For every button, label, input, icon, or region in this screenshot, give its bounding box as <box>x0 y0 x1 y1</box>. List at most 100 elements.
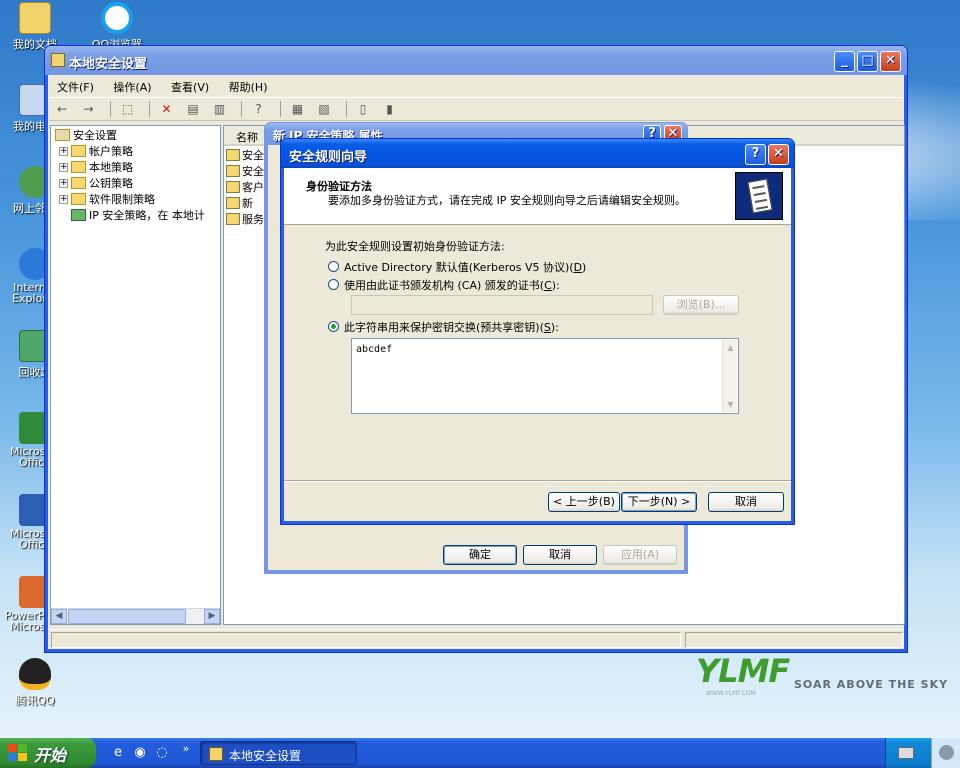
start-button[interactable]: 开始 <box>0 738 96 768</box>
up-folder-icon[interactable]: ⬚ <box>119 101 137 117</box>
qq-browser-icon <box>101 2 133 34</box>
expand-icon[interactable]: + <box>59 163 68 172</box>
expand-icon[interactable]: + <box>59 179 68 188</box>
help-icon[interactable]: ? <box>250 101 268 117</box>
radio-kerberos[interactable] <box>328 261 339 272</box>
tree-item-ip-security-policy[interactable]: IP 安全策略，在 本地计 <box>71 208 205 224</box>
main-window-titlebar[interactable]: 本地安全设置 _ □ ✕ <box>45 46 907 75</box>
unassign-icon[interactable]: ▮ <box>381 101 399 117</box>
help-button[interactable]: ? <box>745 144 766 165</box>
close-button[interactable]: ✕ <box>880 51 901 72</box>
auth-method-prompt: 为此安全规则设置初始身份验证方法: <box>325 240 505 253</box>
folder-icon <box>71 177 86 189</box>
back-icon[interactable]: ← <box>53 101 71 117</box>
folder-icon <box>71 161 86 173</box>
export-icon[interactable]: ▦ <box>289 101 307 117</box>
tree-item-public-key-policy[interactable]: + 公钥策略 <box>59 176 133 192</box>
radio-certificate[interactable] <box>328 279 339 290</box>
list-item[interactable]: 客户 <box>226 180 264 196</box>
minimize-button[interactable]: _ <box>834 51 855 72</box>
desktop-icon-qq[interactable]: 腾讯QQ <box>2 658 68 708</box>
menu-view[interactable]: 查看(V) <box>171 81 209 94</box>
list-item[interactable]: 安全 <box>226 164 264 180</box>
list-item[interactable]: 新 <box>226 196 253 212</box>
menu-bar: 文件(F) 操作(A) 查看(V) 帮助(H) <box>49 75 903 97</box>
scroll-down-arrow[interactable]: ▼ <box>723 397 738 412</box>
keyboard-icon[interactable] <box>898 747 914 759</box>
radio-preshared-key-label[interactable]: 此字符串用来保护密钥交换(预共享密钥)(S): <box>344 319 559 335</box>
tree-item-account-policy[interactable]: + 帐户策略 <box>59 144 133 160</box>
tree-item-local-policy[interactable]: + 本地策略 <box>59 160 133 176</box>
apply-button[interactable]: 应用(A) <box>603 545 677 565</box>
wizard-header: 身份验证方法 要添加多身份验证方式，请在完成 IP 安全规则向导之后请编辑安全规… <box>284 168 791 225</box>
assign-icon[interactable]: ▯ <box>354 101 372 117</box>
policy-icon <box>226 149 240 161</box>
refresh-icon[interactable]: ▥ <box>211 101 229 117</box>
wizard-titlebar[interactable]: 安全规则向导 ? ✕ <box>281 139 794 168</box>
properties-icon[interactable]: ▤ <box>184 101 202 117</box>
toolbar-separator <box>280 101 281 117</box>
folder-icon <box>19 2 51 34</box>
cancel-button[interactable]: 取消 <box>523 545 597 565</box>
input-method-icon[interactable] <box>939 745 954 760</box>
quicklaunch-qq-browser-icon[interactable]: ◌ <box>154 745 170 761</box>
main-window-title: 本地安全设置 <box>69 57 148 72</box>
import-icon[interactable]: ▧ <box>315 101 333 117</box>
ok-button[interactable]: 确定 <box>443 545 517 565</box>
close-button[interactable]: ✕ <box>768 144 789 165</box>
taskbar: 开始 e ◉ ◌ » 本地安全设置 <box>0 738 960 768</box>
tree-root-security-settings[interactable]: 安全设置 <box>55 128 117 144</box>
policy-icon <box>226 165 240 177</box>
next-button[interactable]: 下一步(N) > <box>621 492 697 512</box>
wizard-scroll-icon <box>735 172 783 220</box>
console-tree: 安全设置 + 帐户策略 + 本地策略 + 公钥策略 + 软件限制策略 IP 安全… <box>50 125 221 625</box>
radio-kerberos-label[interactable]: Active Directory 默认值(Kerberos V5 协议)(D) <box>344 259 586 275</box>
scroll-thumb[interactable] <box>68 609 186 624</box>
list-item[interactable]: 服务 <box>226 212 264 228</box>
security-settings-icon <box>55 129 70 141</box>
toolbar: ← → ⬚ ✕ ▤ ▥ ? ▦ ▧ ▯ ▮ <box>49 97 903 121</box>
taskbar-button-local-security[interactable]: 本地安全设置 <box>200 741 357 765</box>
policy-icon <box>226 197 240 209</box>
expand-icon[interactable]: + <box>59 195 68 204</box>
menu-file[interactable]: 文件(F) <box>57 81 94 94</box>
cancel-button[interactable]: 取消 <box>708 492 784 512</box>
radio-preshared-key[interactable] <box>328 321 339 332</box>
menu-help[interactable]: 帮助(H) <box>229 81 268 94</box>
menu-action[interactable]: 操作(A) <box>113 81 151 94</box>
back-button[interactable]: < 上一步(B) <box>548 492 620 512</box>
qq-penguin-icon <box>19 658 51 690</box>
toolbar-separator <box>110 101 111 117</box>
maximize-button[interactable]: □ <box>857 51 878 72</box>
app-icon <box>209 747 223 761</box>
expand-icon[interactable]: + <box>59 147 68 156</box>
wizard-subheading: 要添加多身份验证方式，请在完成 IP 安全规则向导之后请编辑安全规则。 <box>328 194 686 207</box>
forward-icon[interactable]: → <box>80 101 98 117</box>
tree-horizontal-scrollbar[interactable]: ◀ ▶ <box>51 608 220 624</box>
windows-flag-icon <box>8 744 28 762</box>
wizard-body: 为此安全规则设置初始身份验证方法: Active Directory 默认值(K… <box>284 226 791 521</box>
preshared-key-textarea[interactable]: abcdef ▲ ▼ <box>351 338 739 414</box>
ylmf-logo: YLMF SOAR ABOVE THE SKY WWW.YLMF.COM <box>696 652 949 697</box>
textarea-scrollbar[interactable]: ▲ ▼ <box>722 340 737 412</box>
tree-item-software-restriction[interactable]: + 软件限制策略 <box>59 192 155 208</box>
radio-certificate-label[interactable]: 使用由此证书颁发机构 (CA) 颁发的证书(C): <box>344 277 560 293</box>
toolbar-separator <box>149 101 150 117</box>
delete-icon[interactable]: ✕ <box>158 101 176 117</box>
quicklaunch-media-icon[interactable]: ◉ <box>132 745 148 761</box>
ip-security-icon <box>71 209 86 221</box>
policy-icon <box>226 213 240 225</box>
folder-icon <box>71 145 86 157</box>
status-bar <box>49 629 903 649</box>
language-bar[interactable] <box>931 738 960 768</box>
list-item[interactable]: 安全 <box>226 148 264 164</box>
toolbar-separator <box>241 101 242 117</box>
status-cell <box>51 632 681 648</box>
scroll-right-arrow[interactable]: ▶ <box>204 609 220 624</box>
quicklaunch-ie-icon[interactable]: e <box>110 745 126 761</box>
scroll-up-arrow[interactable]: ▲ <box>723 340 738 355</box>
scroll-left-arrow[interactable]: ◀ <box>51 609 67 624</box>
wizard-separator <box>284 480 791 482</box>
certificate-field <box>351 295 653 315</box>
quicklaunch-overflow-icon[interactable]: » <box>178 741 194 757</box>
